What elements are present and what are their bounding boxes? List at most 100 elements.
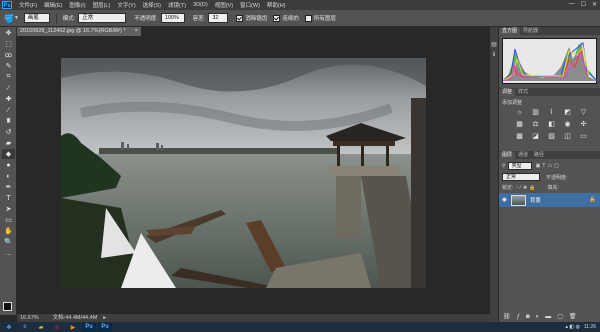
link-layers-icon[interactable]: ⛓ [503,314,517,320]
brush-tool-icon[interactable]: ⁄ [2,105,15,115]
color-lookup-icon[interactable]: ▩ [515,133,524,141]
fx-icon[interactable]: ƒ [517,314,526,320]
chevron-down-icon[interactable]: ▾ [15,15,18,21]
gradient-map-icon[interactable]: ▭ [579,133,588,141]
levels-icon[interactable]: ▥ [531,109,540,117]
foreground-color-swatch[interactable] [3,302,12,311]
color-swatches[interactable] [3,302,15,314]
type-tool-icon[interactable]: T [2,193,15,203]
lasso-tool-icon[interactable]: ꝏ [2,50,15,60]
tray-icons[interactable]: ▴ ◧ ◍ [565,324,579,330]
tab-styles[interactable]: 样式 [515,89,531,96]
menu-type[interactable]: 文字(Y) [117,1,135,9]
filter-icons[interactable]: ▣T▭▢ [536,163,561,169]
hand-tool-icon[interactable]: ✋ [2,226,15,236]
document-tab[interactable]: 20150628_112402.jpg @ 16.7%(RGB/8#) * × [17,27,141,36]
hue-saturation-icon[interactable]: ▦ [515,121,524,129]
zoom-level[interactable]: 16.67% [20,314,39,322]
black-white-icon[interactable]: ◧ [547,121,556,129]
menu-window[interactable]: 窗口(W) [240,1,260,9]
menu-image[interactable]: 图像(I) [69,1,85,9]
eyedropper-tool-icon[interactable]: ⁄ [2,83,15,93]
blur-tool-icon[interactable]: ● [2,160,15,170]
menu-help[interactable]: 帮助(H) [267,1,286,9]
close-document-icon[interactable]: × [135,27,138,36]
maximize-button[interactable]: ☐ [581,1,586,8]
canvas-area[interactable] [17,36,490,314]
contiguous-checkbox[interactable]: 连续的 [273,14,299,23]
eye-icon[interactable]: ◉ [502,197,507,203]
paint-bucket-tool-icon[interactable]: 🪣 [4,14,14,23]
crop-tool-icon[interactable]: ⌗ [2,72,15,82]
clock-time[interactable]: 11:26 [584,324,596,330]
color-balance-icon[interactable]: ⚖ [531,121,540,129]
path-select-tool-icon[interactable]: ➤ [2,204,15,214]
move-tool-icon[interactable]: ✥ [2,28,15,38]
menu-file[interactable]: 文件(F) [19,1,37,9]
brightness-contrast-icon[interactable]: ☼ [515,109,524,117]
dodge-tool-icon[interactable]: ◐ [2,171,15,181]
tab-layers[interactable]: 图层 [499,152,516,159]
trash-icon[interactable]: 🗑 [569,314,583,320]
quick-select-tool-icon[interactable]: ✎ [2,61,15,71]
tab-navigator[interactable]: 导航器 [520,28,541,35]
fill-source-select[interactable]: 画笔 [23,13,50,23]
photo-filter-icon[interactable]: ◉ [563,121,572,129]
invert-icon[interactable]: ◪ [531,133,540,141]
layer-name[interactable]: 背景 [530,196,541,204]
pen-tool-icon[interactable]: ✒ [2,182,15,192]
eraser-tool-icon[interactable]: ▰ [2,138,15,148]
mask-icon[interactable]: ◙ [526,314,536,320]
tab-adjustments[interactable]: 调整 [499,89,516,96]
threshold-icon[interactable]: ◫ [563,133,572,141]
folder-icon[interactable]: ▰ [34,323,48,332]
shape-tool-icon[interactable]: ▭ [2,215,15,225]
menu-edit[interactable]: 编辑(E) [44,1,62,9]
photoshop-taskbar-icon-2[interactable]: Ps [98,322,112,332]
layer-kind-select[interactable]: 类型 [507,162,532,170]
more-tools-icon[interactable]: … [2,248,15,258]
properties-panel-icon[interactable]: ℹ [490,51,498,61]
opacity-input[interactable]: 100% [160,13,185,23]
ie-icon[interactable]: e [18,323,32,332]
vibrance-icon[interactable]: ▽ [579,109,588,117]
tab-paths[interactable]: 路径 [531,152,547,159]
healing-brush-tool-icon[interactable]: ✚ [2,94,15,104]
menu-filter[interactable]: 滤镜(T) [168,1,186,9]
menu-3d[interactable]: 3D(D) [193,2,208,8]
chrome-icon[interactable]: ◎ [50,323,64,332]
lock-icons[interactable]: ▫⁄✥🔒 [516,185,537,191]
photoshop-taskbar-icon[interactable]: Ps [82,322,96,332]
minimize-button[interactable]: — [569,1,575,8]
tab-histogram[interactable]: 直方图 [499,28,521,35]
document-image[interactable] [61,58,426,288]
start-button[interactable]: ❖ [2,323,16,332]
curves-icon[interactable]: ⌇ [547,109,556,117]
channel-mixer-icon[interactable]: ✣ [579,121,588,129]
tolerance-input[interactable]: 32 [208,13,229,23]
history-panel-icon[interactable]: ▤ [490,41,498,51]
document-info[interactable]: 文档:44.4M/44.4M [53,314,98,322]
chevron-right-icon[interactable]: ▸ [103,314,106,322]
antialias-checkbox[interactable]: 消除锯齿 [236,14,267,23]
folder-icon[interactable]: ▬ [545,314,557,320]
layer-row-background[interactable]: ◉ 背景 🔒 [499,193,600,207]
menu-view[interactable]: 视图(V) [215,1,233,9]
zoom-tool-icon[interactable]: 🔍 [2,237,15,247]
marquee-tool-icon[interactable]: ⬚ [2,39,15,49]
tab-channels[interactable]: 通道 [515,152,531,159]
mode-select[interactable]: 正常 [78,13,127,23]
menu-select[interactable]: 选择(S) [143,1,161,9]
media-icon[interactable]: ▶ [66,323,80,332]
blend-mode-select[interactable]: 正常 [502,173,540,181]
posterize-icon[interactable]: ▨ [547,133,556,141]
close-button[interactable]: ✕ [592,1,597,8]
menu-layer[interactable]: 图层(L) [93,1,111,9]
all-layers-checkbox[interactable]: 所有图层 [304,14,336,23]
clone-stamp-tool-icon[interactable]: ♜ [2,116,15,126]
new-layer-icon[interactable]: ▢ [557,314,569,320]
paint-bucket-tool-icon[interactable]: ◆ [2,149,15,159]
history-brush-tool-icon[interactable]: ↺ [2,127,15,137]
adjustment-layer-icon[interactable]: ◐ [536,314,546,320]
exposure-icon[interactable]: ◩ [563,109,572,117]
